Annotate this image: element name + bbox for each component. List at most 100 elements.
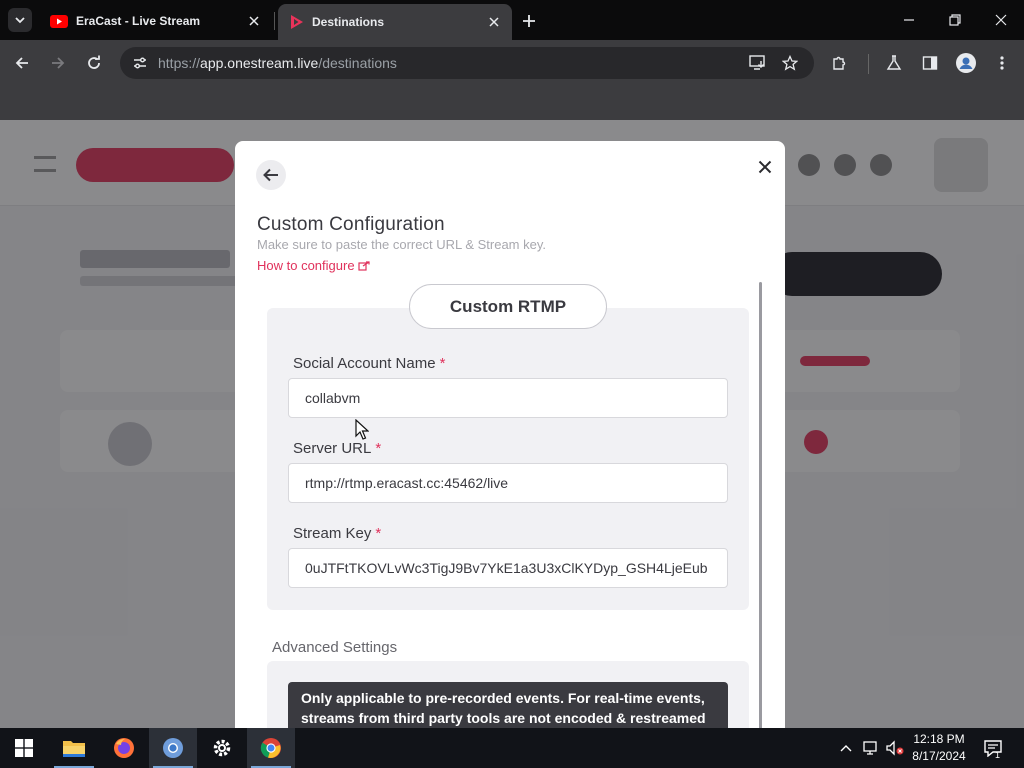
side-panel-icon: [922, 56, 938, 70]
browser-tab-strip: EraCast - Live Stream Destinations: [0, 0, 1024, 40]
profile-button[interactable]: [954, 51, 978, 75]
close-icon: [758, 160, 772, 174]
field-label-text: Server URL: [293, 440, 372, 457]
link-label: How to configure: [257, 258, 355, 273]
social-account-name-input[interactable]: collabvm: [288, 378, 728, 418]
extensions-button[interactable]: [828, 51, 852, 75]
browser-toolbar: https://app.onestream.live/destinations: [0, 40, 1024, 86]
url-text: https://app.onestream.live/destinations: [158, 55, 397, 71]
network-icon: [863, 741, 877, 755]
bookmark-bar: [0, 86, 1024, 120]
labs-button[interactable]: [882, 51, 906, 75]
tab-title: EraCast - Live Stream: [76, 14, 201, 28]
field-label-text: Social Account Name: [293, 355, 436, 372]
start-button[interactable]: [0, 728, 48, 768]
taskbar-chrome[interactable]: [247, 728, 295, 768]
folder-icon: [63, 741, 85, 757]
youtube-icon: [50, 14, 68, 28]
flask-icon: [886, 55, 902, 70]
close-icon: [995, 14, 1007, 26]
url-path: /destinations: [318, 55, 397, 71]
modal-scrollbar[interactable]: [759, 282, 762, 728]
social-account-name-label: Social Account Name *: [293, 355, 445, 372]
back-button[interactable]: [256, 160, 286, 190]
field-label-text: Stream Key: [293, 525, 372, 542]
external-link-icon: [357, 260, 370, 271]
chromium-icon: [163, 738, 183, 758]
taskbar-firefox[interactable]: [100, 728, 148, 768]
reload-icon: [88, 55, 100, 69]
stream-key-label: Stream Key *: [293, 525, 381, 542]
restore-icon: [949, 14, 961, 26]
chevron-up-icon: [840, 745, 852, 752]
how-to-configure-link[interactable]: How to configure: [257, 258, 370, 273]
close-modal-button[interactable]: [754, 156, 776, 178]
mouse-cursor-icon: [355, 419, 369, 440]
tab-divider: [274, 12, 275, 30]
install-app-button[interactable]: [746, 51, 770, 75]
restore-button[interactable]: [943, 8, 967, 32]
bookmark-button[interactable]: [778, 51, 802, 75]
tab-title: Destinations: [312, 15, 385, 29]
plus-icon: [523, 15, 535, 27]
firefox-icon: [114, 738, 134, 758]
minimize-button[interactable]: [897, 8, 921, 32]
modal-title: Custom Configuration: [257, 214, 445, 235]
minimize-icon: [904, 19, 914, 21]
chrome-icon: [260, 738, 281, 758]
advanced-settings-heading: Advanced Settings: [272, 639, 398, 656]
close-window-button[interactable]: [989, 8, 1013, 32]
arrow-right-icon: [52, 57, 65, 69]
action-center-button[interactable]: 1: [980, 728, 1006, 768]
page-content: Custom Configuration Make sure to paste …: [0, 120, 1024, 728]
back-button[interactable]: [10, 51, 34, 75]
puzzle-icon: [833, 56, 846, 70]
advanced-settings-note: Only applicable to pre-recorded events. …: [288, 682, 728, 728]
gear-icon: [213, 739, 231, 757]
avatar-icon: [956, 53, 976, 73]
toolbar-divider: [868, 54, 869, 74]
clock-time: 12:18 PM: [913, 732, 965, 746]
server-url-input[interactable]: rtmp://rtmp.eracast.cc:45462/live: [288, 463, 728, 503]
forward-button[interactable]: [46, 51, 70, 75]
close-icon: [489, 17, 499, 27]
tab-search-button[interactable]: [8, 8, 32, 32]
windows-taskbar: 12:18 PM 8/17/2024 1: [0, 728, 1024, 768]
tab-close-button[interactable]: [246, 13, 262, 29]
url-scheme: https://: [158, 55, 201, 71]
more-vertical-icon: [1000, 56, 1004, 70]
install-icon: [749, 55, 765, 70]
side-panel-button[interactable]: [918, 51, 942, 75]
star-icon: [782, 55, 798, 71]
destination-type-label: Custom RTMP: [409, 284, 607, 329]
site-settings-icon[interactable]: [132, 55, 148, 71]
url-host: app.onestream.live: [200, 55, 319, 71]
taskbar-chromium[interactable]: [149, 728, 197, 768]
new-tab-button[interactable]: [518, 10, 540, 32]
tab-eracast[interactable]: EraCast - Live Stream: [40, 6, 272, 36]
show-hidden-icons-button[interactable]: [836, 728, 856, 768]
taskbar-settings[interactable]: [198, 728, 246, 768]
address-bar[interactable]: https://app.onestream.live/destinations: [120, 47, 814, 79]
arrow-left-icon: [263, 168, 278, 182]
taskbar-file-explorer[interactable]: [50, 728, 98, 768]
chrome-menu-button[interactable]: [990, 51, 1014, 75]
windows-logo-icon: [15, 739, 33, 757]
onestream-icon: [291, 15, 303, 29]
arrow-left-icon: [15, 57, 28, 69]
network-tray-button[interactable]: [860, 728, 882, 768]
required-marker: *: [375, 440, 382, 457]
tab-close-button[interactable]: [486, 14, 502, 30]
custom-configuration-modal: Custom Configuration Make sure to paste …: [235, 141, 785, 728]
required-marker: *: [375, 525, 382, 542]
clock-date: 8/17/2024: [912, 749, 966, 763]
close-icon: [249, 16, 259, 26]
modal-subtitle: Make sure to paste the correct URL & Str…: [257, 237, 547, 252]
taskbar-clock[interactable]: 12:18 PM 8/17/2024: [900, 731, 978, 765]
stream-key-input[interactable]: 0uJTFtTKOVLvWc3TigJ9Bv7YkE1a3U3xClKYDyp_…: [288, 548, 728, 588]
server-url-label: Server URL *: [293, 440, 381, 457]
required-marker: *: [439, 355, 446, 372]
tab-destinations[interactable]: Destinations: [278, 4, 512, 40]
reload-button[interactable]: [82, 51, 106, 75]
notification-count: 1: [995, 750, 1001, 760]
